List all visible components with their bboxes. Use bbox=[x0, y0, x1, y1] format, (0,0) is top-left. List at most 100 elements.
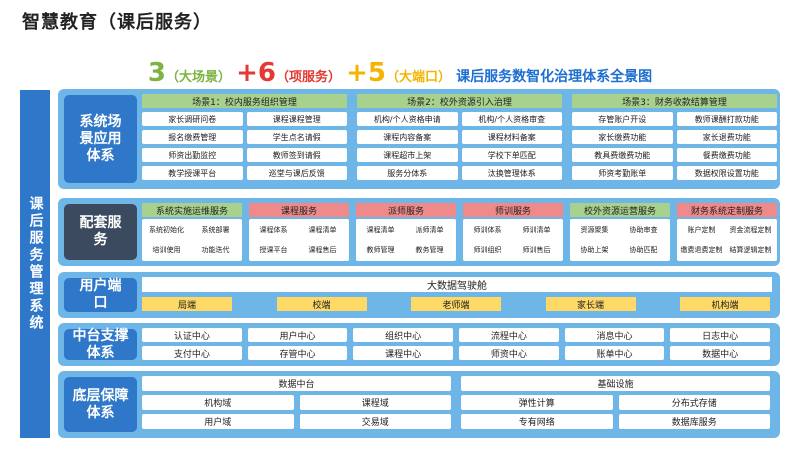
service-item: 教师管理 bbox=[366, 245, 395, 254]
services-groups: 系统实施运维服务系统初始化 系统部署培训使用 功能迭代 课程服务课程体系 课程清单授课平… bbox=[142, 203, 777, 261]
infrastructure-title: 基础设施 bbox=[461, 376, 770, 391]
base-layer: 底层保障体系 数据中台 基础设施 机构域 课程域 用户域 交易域 弹性计算 分布式存储 专有网络… bbox=[58, 371, 780, 438]
scene-item: 课程课程管理 bbox=[246, 112, 347, 126]
scene-layer: 系统场景应用体系 场景1：校内服务组织管理 家长调研问卷 课程课程管理 报名缴费管理学… bbox=[58, 89, 780, 189]
middle-item: 认证中心 bbox=[142, 328, 242, 342]
middle-item: 组织中心 bbox=[353, 328, 453, 342]
service-item: 协助上架 bbox=[580, 245, 609, 254]
service-item: 协助匹配 bbox=[629, 245, 658, 254]
scene-group-title: 场景1：校内服务组织管理 bbox=[142, 94, 347, 108]
service-item: 系统部署 bbox=[201, 225, 230, 234]
service-item: 结算逻辑定制 bbox=[729, 245, 772, 254]
middle-item: 消息中心 bbox=[564, 328, 665, 342]
service-item: 授课平台 bbox=[259, 245, 288, 254]
big-data-cockpit: 大数据驾驶舱 bbox=[142, 277, 772, 292]
scene-item: 报名缴费管理 bbox=[142, 130, 243, 144]
headline-num-services: +6 bbox=[236, 58, 276, 88]
scene-item: 教师签到请假 bbox=[246, 148, 347, 162]
ports-inner: 大数据驾驶舱 局端 校端 老师端 家长端 机构端 bbox=[142, 277, 772, 313]
middle-item: 存管中心 bbox=[247, 346, 348, 360]
port-item: 机构端 bbox=[680, 297, 770, 311]
services-layer: 配套服务 系统实施运维服务 系统初始化 系统部署 培训使用 功能迭代 课程服务 课程体系 课程… bbox=[58, 198, 780, 266]
service-item: 资金流程定制 bbox=[729, 225, 772, 234]
scene-item: 家长缴费功能 bbox=[572, 130, 673, 144]
service-group-title: 派师服务 bbox=[356, 203, 456, 217]
scene-item: 存管账户开设 bbox=[572, 112, 673, 126]
port-item: 校端 bbox=[276, 297, 367, 311]
scene-item: 巡堂与课后反馈 bbox=[246, 166, 347, 180]
scene-layer-label: 系统场景应用体系 bbox=[64, 95, 137, 183]
scene-item: 机构/个人资格申请 bbox=[357, 112, 458, 126]
scene-group-title: 场景3：财务收款结算管理 bbox=[572, 94, 777, 108]
service-item: 派师清单 bbox=[415, 225, 444, 234]
port-item: 家长端 bbox=[545, 297, 636, 311]
scene-item: 学校下单匹配 bbox=[461, 148, 562, 162]
infrastructure-item: 专有网络 bbox=[461, 414, 613, 429]
middle-item: 日志中心 bbox=[670, 328, 770, 342]
scene-item: 师资出勤监控 bbox=[142, 148, 243, 162]
service-item: 缴费退费定制 bbox=[680, 245, 723, 254]
data-platform-title: 数据中台 bbox=[142, 376, 451, 391]
headline: 3（大场景） +6（项服务） +5（大端口） 课后服务数智化治理体系全景图 bbox=[0, 58, 800, 88]
headline-text-services: （项服务） bbox=[275, 70, 341, 85]
service-item: 师训体系 bbox=[473, 225, 502, 234]
scene-item: 家长退费功能 bbox=[676, 130, 777, 144]
port-item: 局端 bbox=[142, 297, 232, 311]
service-item: 课程售后 bbox=[308, 245, 337, 254]
service-item: 课程体系 bbox=[259, 225, 288, 234]
service-group-title: 课程服务 bbox=[249, 203, 349, 217]
scene-item: 教具费缴费功能 bbox=[572, 148, 673, 162]
service-item: 系统初始化 bbox=[149, 225, 184, 234]
service-item: 协助审查 bbox=[629, 225, 658, 234]
service-item: 账户定制 bbox=[687, 225, 716, 234]
service-item: 师训售后 bbox=[522, 245, 551, 254]
side-label: 课后服务管理系统 bbox=[20, 90, 50, 438]
middle-item: 流程中心 bbox=[459, 328, 559, 342]
middle-item: 课程中心 bbox=[353, 346, 453, 360]
service-item: 课程清单 bbox=[366, 225, 395, 234]
base-layer-label: 底层保障体系 bbox=[64, 377, 137, 432]
scene-item: 学生点名请假 bbox=[246, 130, 347, 144]
infrastructure-item: 数据库服务 bbox=[618, 414, 770, 429]
service-group-title: 系统实施运维服务 bbox=[142, 203, 242, 217]
scene-item: 师资考勤账单 bbox=[572, 166, 673, 180]
middle-item: 数据中心 bbox=[670, 346, 770, 360]
scene-item: 机构/个人资格审查 bbox=[461, 112, 562, 126]
base-items: 数据中台 基础设施 机构域 课程域 用户域 交易域 弹性计算 分布式存储 专有网络 数据库服务 bbox=[142, 376, 772, 433]
service-group-title: 师训服务 bbox=[463, 203, 563, 217]
service-group-title: 校外资源运营服务 bbox=[570, 203, 670, 217]
scene-groups: 场景1：校内服务组织管理 家长调研问卷 课程课程管理 报名缴费管理 学生点名请假 师资出勤… bbox=[142, 94, 777, 184]
data-platform-item: 用户域 bbox=[142, 414, 294, 429]
scene-item: 教师课酬打款功能 bbox=[676, 112, 777, 126]
page-title: 智慧教育（课后服务） bbox=[22, 12, 212, 33]
service-item: 师训组织 bbox=[473, 245, 502, 254]
data-platform-item: 课程域 bbox=[299, 395, 451, 410]
middle-item: 师资中心 bbox=[459, 346, 559, 360]
scene-item: 餐费缴费功能 bbox=[676, 148, 777, 162]
headline-num-scenes: 3 bbox=[147, 58, 166, 88]
service-item: 功能迭代 bbox=[201, 245, 230, 254]
ports-layer-label: 用户端口 bbox=[64, 278, 137, 312]
middle-item: 账单中心 bbox=[564, 346, 665, 360]
scene-item: 教学授课平台 bbox=[142, 166, 243, 180]
service-group-title: 财务系统定制服务 bbox=[677, 203, 777, 217]
middle-items: 认证中心 用户中心 组织中心 流程中心 消息中心 日志中心支付中心 存管中心 课程中心 师资中心… bbox=[142, 328, 772, 361]
infrastructure-item: 弹性计算 bbox=[461, 395, 613, 410]
service-item: 教务管理 bbox=[415, 245, 444, 254]
data-platform-item: 交易域 bbox=[299, 414, 451, 429]
headline-text-scenes: （大场景） bbox=[165, 70, 231, 85]
port-item: 老师端 bbox=[411, 297, 501, 311]
middle-layer: 中台支撑体系 认证中心 用户中心 组织中心 流程中心 消息中心 日志中心支付中心 存管中心课… bbox=[58, 323, 780, 366]
service-item: 资源聚集 bbox=[580, 225, 609, 234]
middle-item: 用户中心 bbox=[247, 328, 348, 342]
service-item: 师训清单 bbox=[522, 225, 551, 234]
headline-text-ports: （大端口） bbox=[385, 70, 451, 85]
scene-item: 课程材料备案 bbox=[461, 130, 562, 144]
middle-item: 支付中心 bbox=[142, 346, 242, 360]
ports-layer: 用户端口 大数据驾驶舱 局端 校端 老师端 家长端 机构端 bbox=[58, 272, 780, 318]
services-layer-label: 配套服务 bbox=[64, 204, 137, 260]
service-item: 培训使用 bbox=[152, 245, 181, 254]
scene-item: 汰换管理体系 bbox=[461, 166, 562, 180]
infrastructure-item: 分布式存储 bbox=[618, 395, 770, 410]
middle-layer-label: 中台支撑体系 bbox=[64, 328, 137, 361]
